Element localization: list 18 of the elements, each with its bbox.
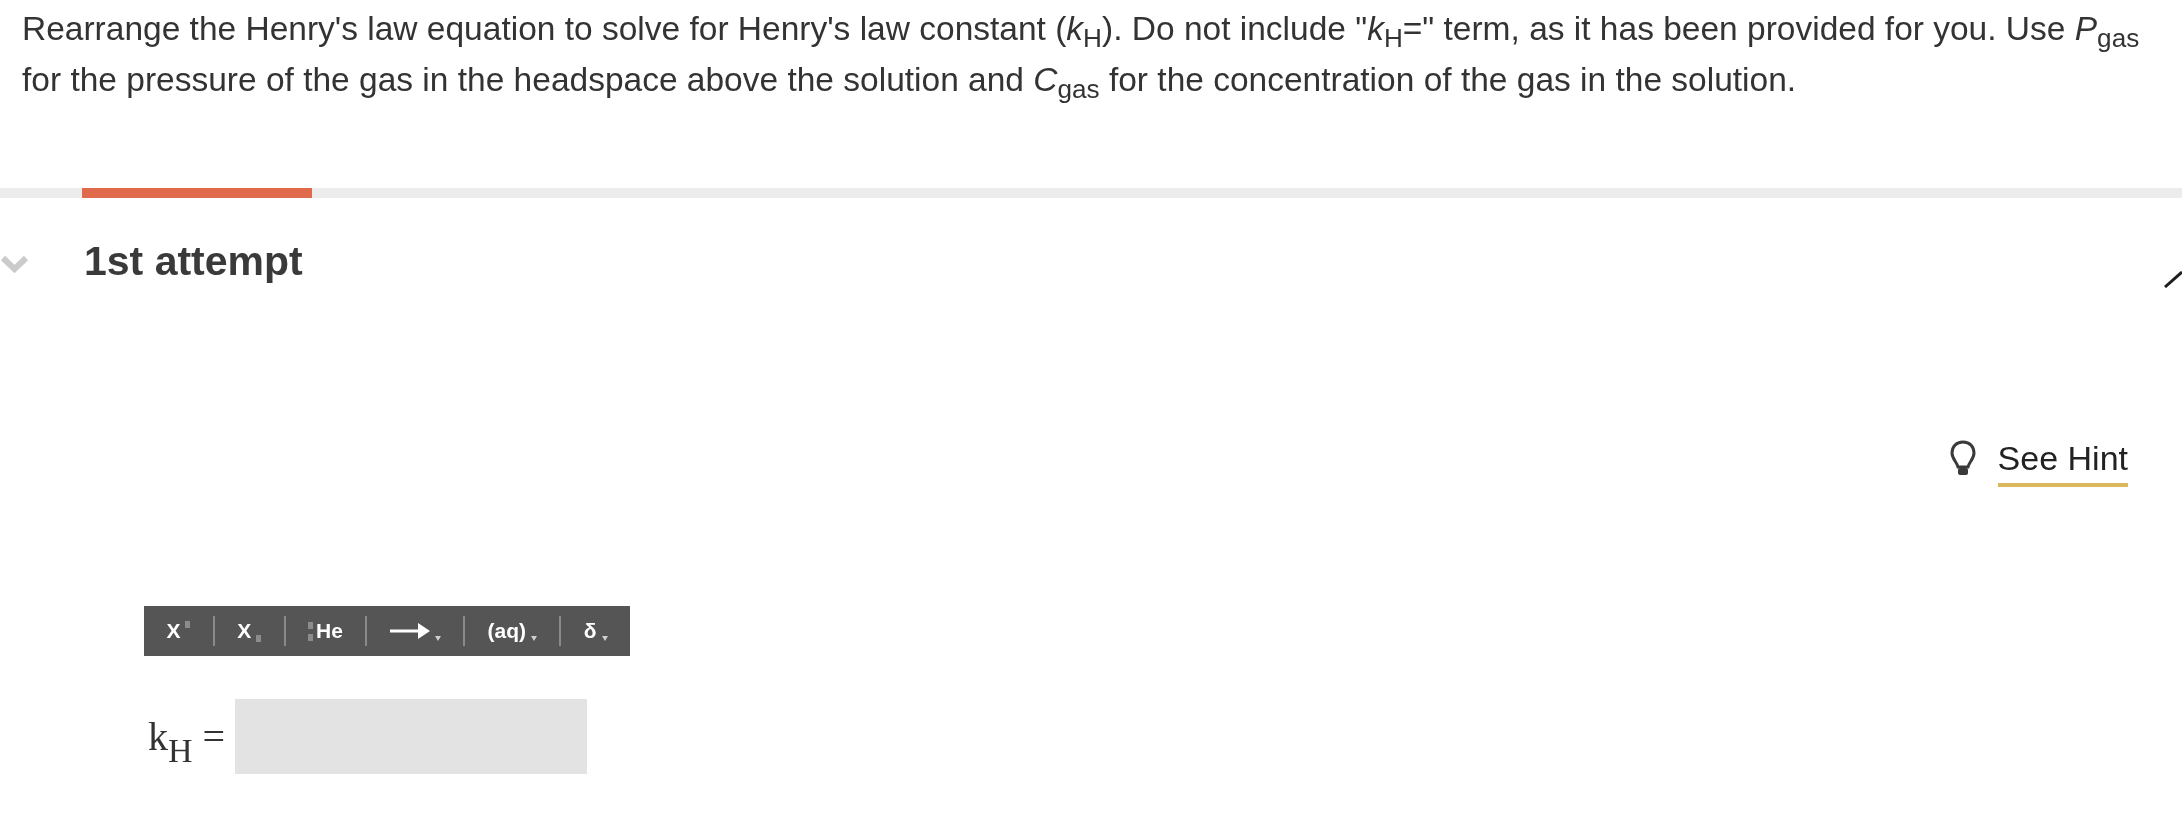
see-hint-link[interactable]: See Hint — [1997, 438, 2128, 487]
diagonal-stroke-icon — [2164, 270, 2182, 288]
superscript-button[interactable]: X — [144, 606, 213, 656]
equation-label: k$_{H}$ = — [148, 712, 226, 761]
attempt-heading: 1st attempt — [84, 238, 303, 284]
placeholder-box-icon — [185, 620, 191, 628]
answer-field[interactable] — [235, 699, 588, 774]
chevron-icon[interactable] — [0, 253, 29, 275]
greek-letter-button[interactable]: δ — [561, 606, 630, 656]
placeholder-box-icon — [308, 633, 314, 641]
question-text: Rearrange the Henry's law equation to solve for Henry's law constant (k$_{H}$). Do not include "k$_{H}$=" term, as it has been provided for you. Use P$_{gas}$ for the pressure of the gas in the headspace above the solution and C$_{gas}$ for the concentration of the gas in the solution. — [21, 9, 2141, 105]
placeholder-box-icon — [308, 621, 314, 629]
right-arrow-icon — [389, 623, 430, 639]
isotope-button[interactable]: He — [285, 606, 366, 656]
lightbulb-icon — [1949, 440, 1976, 478]
placeholder-box-icon — [256, 634, 262, 642]
subscript-button[interactable]: X — [214, 606, 284, 656]
state-symbol-button[interactable]: (aq) — [465, 606, 560, 656]
